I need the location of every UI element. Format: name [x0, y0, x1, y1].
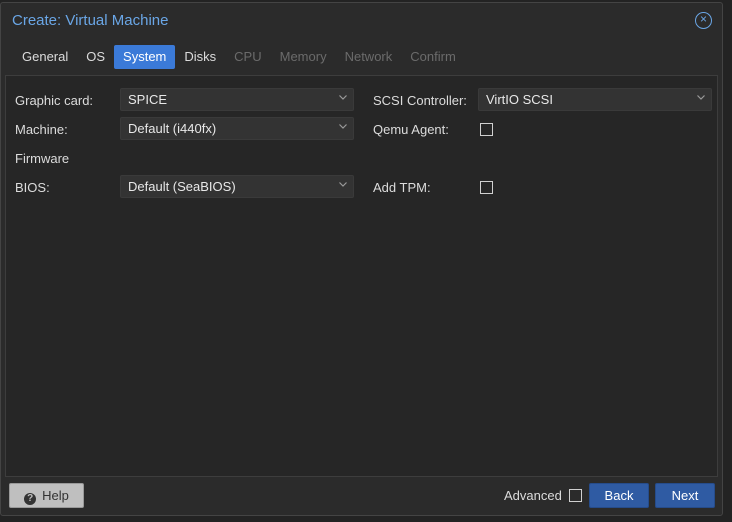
graphic-card-value: SPICE: [128, 92, 168, 107]
tab-system[interactable]: System: [114, 45, 176, 69]
help-button[interactable]: ? Help: [9, 483, 84, 508]
next-button[interactable]: Next: [655, 483, 715, 508]
tab-cpu: CPU: [234, 49, 262, 64]
close-icon[interactable]: ×: [695, 12, 712, 29]
tab-memory: Memory: [279, 49, 327, 64]
tab-network: Network: [344, 49, 393, 64]
create-vm-dialog: Create: Virtual Machine × General OS Sys…: [0, 2, 723, 516]
bios-label: BIOS:: [15, 180, 50, 195]
scsi-controller-select[interactable]: VirtIO SCSI: [478, 88, 712, 111]
add-tpm-checkbox[interactable]: [480, 181, 493, 194]
bios-value: Default (SeaBIOS): [128, 179, 236, 194]
help-button-label: Help: [42, 488, 69, 503]
question-circle-icon: ?: [24, 493, 37, 505]
chevron-down-icon: [697, 95, 705, 100]
bios-select[interactable]: Default (SeaBIOS): [120, 175, 354, 198]
machine-select[interactable]: Default (i440fx): [120, 117, 354, 140]
machine-label: Machine:: [15, 122, 68, 137]
graphic-card-label: Graphic card:: [15, 93, 94, 108]
tab-confirm: Confirm: [410, 49, 456, 64]
graphic-card-select[interactable]: SPICE: [120, 88, 354, 111]
tab-os[interactable]: OS: [77, 45, 114, 69]
chevron-down-icon: [339, 124, 347, 129]
advanced-label: Advanced: [504, 488, 562, 503]
dialog-titlebar[interactable]: Create: Virtual Machine ×: [1, 3, 722, 40]
tab-general[interactable]: General: [13, 45, 77, 69]
system-panel: Graphic card: SPICE Machine: Default (i4…: [5, 75, 718, 477]
machine-value: Default (i440fx): [128, 121, 217, 136]
tab-disks[interactable]: Disks: [175, 45, 225, 69]
qemu-agent-checkbox[interactable]: [480, 123, 493, 136]
firmware-heading: Firmware: [15, 151, 70, 166]
scsi-controller-label: SCSI Controller:: [373, 93, 467, 108]
dialog-footer: ? Help Advanced Back Next: [1, 477, 722, 517]
wizard-tabs: General OS System Disks CPU Memory Netwo…: [13, 45, 465, 69]
chevron-down-icon: [339, 95, 347, 100]
scsi-controller-value: VirtIO SCSI: [486, 92, 553, 107]
add-tpm-label: Add TPM:: [373, 180, 431, 195]
chevron-down-icon: [339, 182, 347, 187]
advanced-checkbox[interactable]: [569, 489, 582, 502]
dialog-title: Create: Virtual Machine: [12, 12, 169, 29]
back-button[interactable]: Back: [589, 483, 649, 508]
qemu-agent-label: Qemu Agent:: [373, 122, 449, 137]
